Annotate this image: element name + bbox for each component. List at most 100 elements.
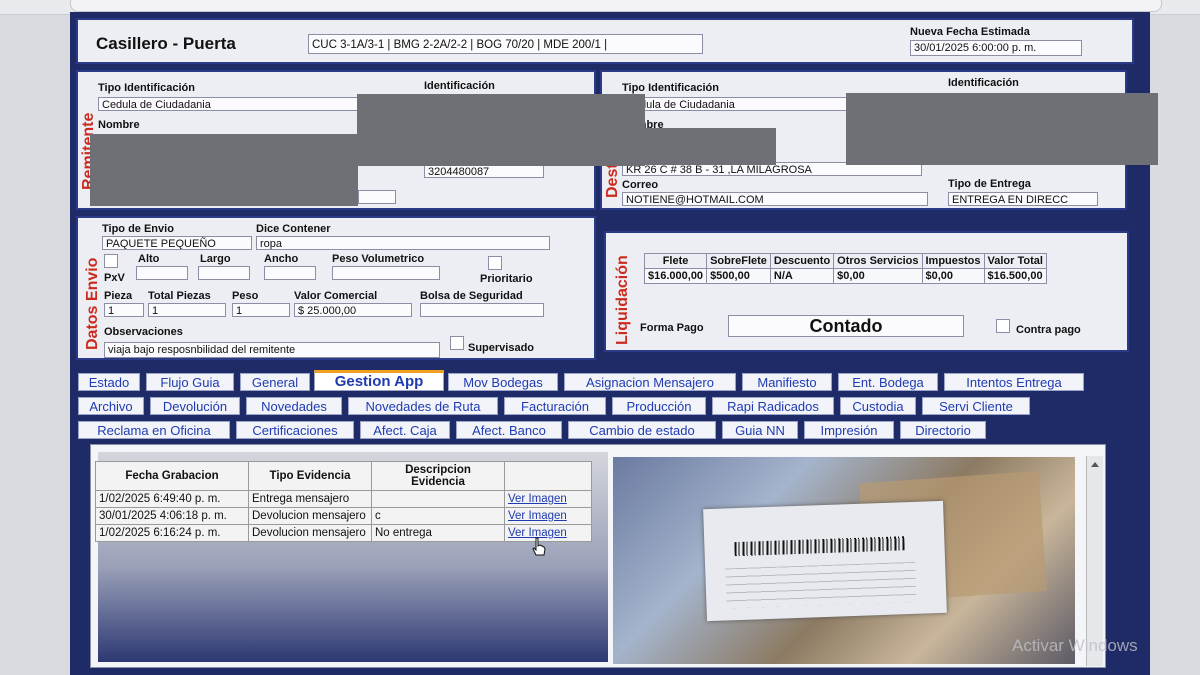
tab-impresion[interactable]: Impresión — [804, 421, 894, 439]
liq-header-flete: Flete — [643, 253, 708, 269]
forma-pago-label: Forma Pago — [640, 322, 704, 334]
evidencia-fecha: 1/02/2025 6:16:24 p. m. — [95, 524, 249, 542]
dice-contener-field[interactable]: ropa — [256, 236, 550, 250]
alto-label: Alto — [138, 253, 160, 265]
liquidacion-section-label: Liquidación — [614, 255, 631, 345]
pieza-field[interactable]: 1 — [104, 303, 144, 317]
scroll-up-arrow-icon[interactable] — [1087, 458, 1103, 472]
fecha-estimada-field[interactable]: 30/01/2025 6:00:00 p. m. — [910, 40, 1082, 56]
remitente-extra-field[interactable] — [358, 190, 396, 204]
table-row: 30/01/2025 4:06:18 p. m. Devolucion mens… — [95, 507, 592, 525]
windows-watermark: Activar Windows — [1012, 636, 1138, 655]
liq-value-sobreflete: $500,00 — [706, 268, 771, 284]
tab-afect-caja[interactable]: Afect. Caja — [360, 421, 450, 439]
tab-certificaciones[interactable]: Certificaciones — [236, 421, 354, 439]
destinatario-correo-field[interactable]: NOTIENE@HOTMAIL.COM — [622, 192, 928, 206]
ancho-label: Ancho — [264, 253, 299, 265]
tab-produccion[interactable]: Producción — [612, 397, 706, 415]
tab-archivo[interactable]: Archivo — [78, 397, 144, 415]
tipo-entrega-label: Tipo de Entrega — [948, 178, 1031, 190]
tab-general[interactable]: General — [240, 373, 310, 391]
evidencias-header-link — [504, 461, 592, 491]
page-title: Casillero - Puerta — [96, 34, 236, 53]
ver-imagen-link[interactable]: Ver Imagen — [508, 510, 567, 522]
total-piezas-label: Total Piezas — [148, 290, 211, 302]
remitente-tipo-id-label: Tipo Identificación — [98, 82, 195, 94]
evidencia-fecha: 30/01/2025 4:06:18 p. m. — [95, 507, 249, 525]
destinatario-tipo-id-label: Tipo Identificación — [622, 82, 719, 94]
tab-servi-cliente[interactable]: Servi Cliente — [922, 397, 1030, 415]
tab-guia-nn[interactable]: Guia NN — [722, 421, 798, 439]
shipping-label — [703, 500, 947, 622]
image-scrollbar[interactable] — [1086, 456, 1103, 666]
redacted-block — [638, 128, 776, 165]
tab-flujo-guia[interactable]: Flujo Guia — [146, 373, 234, 391]
table-row: 1/02/2025 6:16:24 p. m. Devolucion mensa… — [95, 524, 592, 542]
peso-field[interactable]: 1 — [232, 303, 290, 317]
pieza-label: Pieza — [104, 290, 133, 302]
table-row: 1/02/2025 6:49:40 p. m. Entrega mensajer… — [95, 490, 592, 508]
destinatario-id-label: Identificación — [948, 77, 1019, 89]
destinatario-tipo-id-field[interactable]: Cedula de Ciudadania — [622, 97, 848, 111]
tab-afect-banco[interactable]: Afect. Banco — [456, 421, 562, 439]
pxv-checkbox[interactable] — [104, 254, 118, 268]
prioritario-checkbox[interactable] — [488, 256, 502, 270]
barcode — [734, 536, 905, 557]
supervisado-checkbox[interactable] — [450, 336, 464, 350]
ver-imagen-link[interactable]: Ver Imagen — [508, 493, 567, 505]
fecha-estimada-label: Nueva Fecha Estimada — [910, 26, 1030, 38]
tab-ent-bodega[interactable]: Ent. Bodega — [838, 373, 938, 391]
tab-facturacion[interactable]: Facturación — [504, 397, 606, 415]
bolsa-seguridad-label: Bolsa de Seguridad — [420, 290, 523, 302]
redacted-block — [90, 134, 358, 206]
tab-reclama-oficina[interactable]: Reclama en Oficina — [78, 421, 230, 439]
redacted-block — [357, 94, 645, 166]
liquidacion-panel: Liquidación Flete SobreFlete Descuento O… — [604, 231, 1129, 352]
total-piezas-field[interactable]: 1 — [148, 303, 226, 317]
tab-directorio[interactable]: Directorio — [900, 421, 986, 439]
tab-rapi-radicados[interactable]: Rapi Radicados — [712, 397, 834, 415]
evidencias-table: Fecha Grabacion Tipo Evidencia Descripci… — [95, 461, 592, 542]
tipo-entrega-field[interactable]: ENTREGA EN DIRECC — [948, 192, 1098, 206]
remitente-tipo-id-field[interactable]: Cedula de Ciudadania — [98, 97, 358, 111]
alto-field[interactable] — [136, 266, 188, 280]
peso-label: Peso — [232, 290, 259, 302]
liq-header-total: Valor Total — [983, 253, 1047, 269]
forma-pago-field[interactable]: Contado — [728, 315, 964, 337]
dice-contener-label: Dice Contener — [256, 223, 331, 235]
bolsa-seguridad-field[interactable] — [420, 303, 544, 317]
tab-cambio-estado[interactable]: Cambio de estado — [568, 421, 716, 439]
prioritario-label: Prioritario — [480, 273, 533, 285]
address-bar[interactable] — [70, 0, 1162, 12]
tab-mov-bodegas[interactable]: Mov Bodegas — [448, 373, 558, 391]
remitente-nombre-label: Nombre — [98, 119, 140, 131]
tab-estado[interactable]: Estado — [78, 373, 140, 391]
valor-comercial-field[interactable]: $ 25.000,00 — [294, 303, 412, 317]
evidencias-header-row: Fecha Grabacion Tipo Evidencia Descripci… — [95, 461, 592, 491]
largo-field[interactable] — [198, 266, 250, 280]
tab-custodia[interactable]: Custodia — [840, 397, 916, 415]
tab-gestion-app[interactable]: Gestion App — [314, 370, 444, 391]
liquidacion-value-row: $16.000,00 $500,00 N/A $0,00 $0,00 $16.5… — [643, 268, 1047, 284]
evidencias-header-fecha: Fecha Grabacion — [95, 461, 249, 491]
tab-manifiesto[interactable]: Manifiesto — [742, 373, 832, 391]
hand-cursor-icon — [532, 537, 546, 556]
tab-devolucion[interactable]: Devolución — [150, 397, 240, 415]
header-panel: Casillero - Puerta CUC 3-1A/3-1 | BMG 2-… — [76, 18, 1134, 64]
tab-asignacion-mensajero[interactable]: Asignacion Mensajero — [564, 373, 736, 391]
ancho-field[interactable] — [264, 266, 316, 280]
observaciones-field[interactable]: viaja bajo resposnbilidad del remitente — [104, 342, 440, 358]
remitente-phone-field[interactable]: 3204480087 — [424, 164, 544, 178]
peso-volumetrico-label: Peso Volumetrico — [332, 253, 425, 265]
evidencia-image[interactable] — [613, 457, 1075, 664]
supervisado-label: Supervisado — [468, 342, 535, 354]
tab-novedades[interactable]: Novedades — [246, 397, 342, 415]
tipo-envio-field[interactable]: PAQUETE PEQUEÑO — [102, 236, 252, 250]
tab-novedades-ruta[interactable]: Novedades de Ruta — [348, 397, 498, 415]
evidencia-descripcion: c — [371, 507, 505, 525]
redacted-block — [846, 93, 1158, 165]
peso-volumetrico-field[interactable] — [332, 266, 440, 280]
tab-intentos-entrega[interactable]: Intentos Entrega — [944, 373, 1084, 391]
tipo-envio-label: Tipo de Envio — [102, 223, 174, 235]
contra-pago-checkbox[interactable] — [996, 319, 1010, 333]
